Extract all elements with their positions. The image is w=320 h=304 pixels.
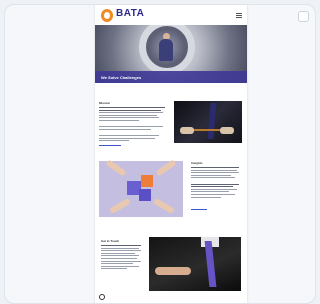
site-header: BATA bbox=[95, 5, 247, 25]
footer-circle-icon[interactable] bbox=[99, 294, 105, 300]
section-1-text bbox=[99, 107, 167, 143]
section-2-link[interactable] bbox=[191, 209, 221, 212]
hero-banner: We Solve Challenges bbox=[95, 25, 247, 83]
section-title-2: Insights bbox=[191, 161, 203, 165]
corner-badge bbox=[298, 11, 309, 22]
webpage-preview[interactable]: BATA We Solve Challenges Mission Insight… bbox=[95, 5, 247, 303]
section-title-3: Get in Touch bbox=[101, 239, 120, 243]
section-title-1: Mission bbox=[99, 101, 111, 105]
site-logo-text: BATA bbox=[116, 8, 145, 19]
section-3-text bbox=[101, 245, 145, 271]
person-figure bbox=[159, 39, 173, 61]
puzzle-hands-image bbox=[99, 159, 183, 217]
hamburger-menu-icon[interactable] bbox=[236, 13, 242, 18]
preview-card: BATA We Solve Challenges Mission Insight… bbox=[4, 4, 316, 304]
handshake-image-2 bbox=[149, 237, 241, 291]
handshake-image-1 bbox=[174, 101, 242, 143]
section-1-link[interactable] bbox=[99, 145, 129, 148]
logo-icon bbox=[101, 9, 113, 22]
hero-caption-panel: We Solve Challenges bbox=[95, 71, 247, 83]
section-2-text bbox=[191, 167, 241, 199]
hero-title: We Solve Challenges bbox=[101, 75, 142, 80]
